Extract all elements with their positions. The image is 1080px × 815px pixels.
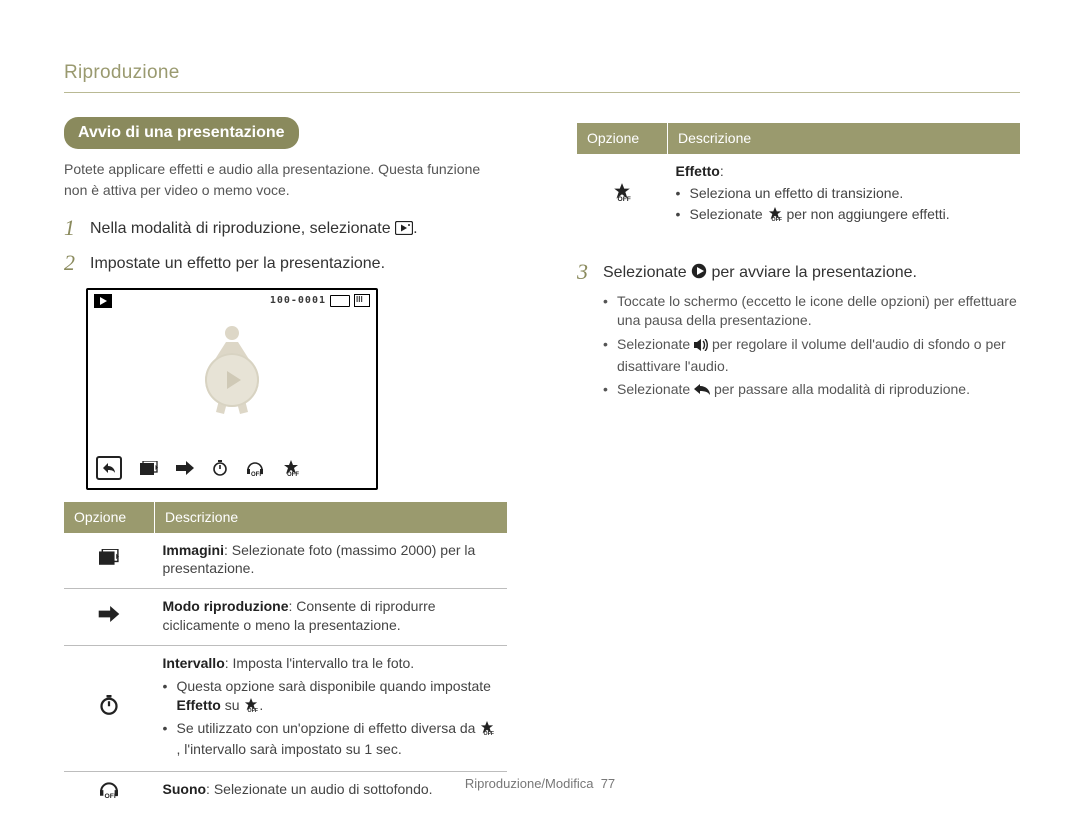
svg-text:OFF: OFF bbox=[771, 217, 782, 221]
step-2: 2 Impostate un effetto per la presentazi… bbox=[64, 251, 507, 275]
chapter-title: Riproduzione bbox=[64, 60, 1020, 86]
step-text: Nella modalità di riproduzione, selezion… bbox=[90, 216, 418, 242]
svg-text:OFF: OFF bbox=[618, 196, 631, 201]
memory-icon: III bbox=[354, 294, 370, 307]
step-number: 2 bbox=[64, 251, 80, 275]
play-overlay-icon bbox=[205, 353, 259, 407]
left-column: Avvio di una presentazione Potete applic… bbox=[64, 117, 507, 813]
table-header: Opzione bbox=[577, 123, 668, 154]
play-mode-icon bbox=[94, 294, 112, 308]
star-off-icon: OFF bbox=[767, 207, 783, 226]
step-1: 1 Nella modalità di riproduzione, selezi… bbox=[64, 216, 507, 242]
battery-icon bbox=[330, 295, 350, 307]
arrow-right-icon bbox=[98, 606, 120, 622]
right-column: Opzione Descrizione OFF Effetto: Selezio… bbox=[577, 117, 1020, 813]
step-3: 3 Selezionate per avviare la presentazio… bbox=[577, 260, 1020, 286]
images-icon bbox=[99, 549, 119, 565]
table-row: Modo riproduzione: Consente di riprodurr… bbox=[64, 589, 507, 646]
step-number: 1 bbox=[64, 216, 80, 242]
stopwatch-icon bbox=[212, 460, 228, 476]
sub-list: Questa opzione sarà disponibile quando i… bbox=[163, 677, 500, 759]
options-table-left: Opzione Descrizione Immagini: Selezionat… bbox=[64, 502, 507, 813]
star-off-icon: OFF bbox=[612, 183, 632, 201]
table-row: Intervallo: Imposta l'intervallo tra le … bbox=[64, 646, 507, 771]
sub-list: Seleziona un effetto di transizione. Sel… bbox=[676, 184, 1013, 226]
section-heading: Avvio di una presentazione bbox=[64, 117, 299, 150]
slideshow-box-icon bbox=[395, 220, 413, 242]
step-number: 3 bbox=[577, 260, 593, 286]
star-off-icon: OFF bbox=[479, 721, 495, 740]
table-header: Opzione bbox=[64, 502, 155, 533]
step-3-subs: Toccate lo schermo (eccetto le icone del… bbox=[603, 292, 1020, 402]
step-text: Impostate un effetto per la presentazion… bbox=[90, 251, 385, 275]
star-off-icon: OFF bbox=[243, 698, 259, 717]
return-arrow-icon bbox=[694, 382, 710, 402]
images-icon bbox=[140, 461, 158, 475]
back-button-icon bbox=[96, 456, 122, 480]
table-row: OFF Effetto: Seleziona un effetto di tra… bbox=[577, 154, 1020, 239]
play-circle-icon bbox=[691, 263, 707, 286]
page-footer: Riproduzione/Modifica 77 bbox=[0, 775, 1080, 793]
headphones-off-icon: OFF bbox=[246, 460, 264, 476]
svg-text:OFF: OFF bbox=[484, 731, 495, 735]
options-table-right: Opzione Descrizione OFF Effetto: Selezio… bbox=[577, 123, 1020, 239]
star-off-icon: OFF bbox=[282, 460, 300, 476]
camera-screen-mock: 100-0001 III bbox=[86, 288, 378, 490]
table-header: Descrizione bbox=[668, 123, 1021, 154]
svg-text:OFF: OFF bbox=[251, 472, 263, 476]
stopwatch-icon bbox=[99, 695, 119, 715]
divider bbox=[64, 92, 1020, 93]
svg-text:OFF: OFF bbox=[105, 793, 119, 798]
svg-text:OFF: OFF bbox=[248, 708, 259, 712]
arrow-right-icon bbox=[176, 461, 194, 475]
file-counter: 100-0001 bbox=[270, 294, 326, 308]
svg-text:OFF: OFF bbox=[287, 472, 299, 476]
table-header: Descrizione bbox=[155, 502, 508, 533]
intro-text: Potete applicare effetti e audio alla pr… bbox=[64, 159, 507, 200]
table-row: Immagini: Selezionate foto (massimo 2000… bbox=[64, 533, 507, 589]
step-text: Selezionate per avviare la presentazione… bbox=[603, 260, 917, 286]
speaker-icon bbox=[694, 337, 708, 357]
